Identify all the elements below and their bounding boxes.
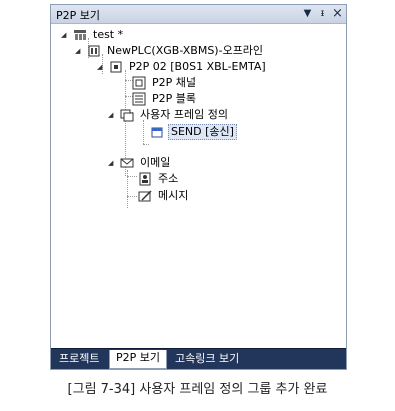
- tab-p2p-view[interactable]: P2P 보기: [109, 350, 168, 369]
- project-icon: [73, 28, 87, 42]
- panel-tab-strip: 프로젝트 P2P 보기 고속링크 보기: [51, 348, 346, 369]
- email-icon: [120, 156, 134, 170]
- tree-node-label: 이메일: [140, 156, 171, 169]
- tree-node-send-frame[interactable]: SEND [송신]: [138, 124, 298, 140]
- tab-highspeed-link-view[interactable]: 고속링크 보기: [169, 351, 245, 367]
- tree-node-label: P2P 블록: [152, 92, 197, 105]
- collapse-icon[interactable]: ◢: [61, 31, 69, 39]
- tree-node-label: 메시지: [158, 189, 189, 202]
- collapse-icon[interactable]: ◢: [108, 159, 116, 167]
- tree-node-label: P2P 채널: [152, 76, 197, 89]
- message-icon: [138, 189, 152, 203]
- block-icon: [132, 92, 146, 106]
- tree-node-message[interactable]: 메시지: [126, 188, 246, 204]
- send-frame-icon: [150, 125, 164, 139]
- panel-titlebar: P2P 보기 ▼ ᵻ ×: [51, 5, 346, 24]
- tab-project[interactable]: 프로젝트: [53, 351, 105, 367]
- tree-node-label: 주소: [158, 172, 179, 185]
- tree-node-project[interactable]: ◢ test *: [61, 27, 261, 43]
- collapse-icon[interactable]: ◢: [97, 63, 105, 71]
- frame-icon: [120, 108, 134, 122]
- tree-node-user-frame[interactable]: ◢ 사용자 프레임 정의: [108, 107, 308, 123]
- tree-node-plc[interactable]: ◢ NewPLC(XGB-XBMS)-오프라인: [75, 43, 305, 59]
- tree-node-label: 사용자 프레임 정의: [140, 108, 228, 121]
- dropdown-icon[interactable]: ▼: [301, 6, 314, 21]
- collapse-icon[interactable]: ◢: [108, 111, 116, 119]
- address-book-icon: [138, 172, 152, 186]
- tree-node-p2p-channel[interactable]: P2P 채널: [120, 75, 270, 91]
- tree-node-email[interactable]: ◢ 이메일: [108, 155, 258, 171]
- collapse-icon[interactable]: ◢: [75, 47, 83, 55]
- project-tree: ◢ test * ◢ NewPLC(XGB-XBMS)-오프라인 ◢ P2P 0…: [51, 24, 346, 347]
- tree-node-label: P2P 02 [B0S1 XBL-EMTA]: [129, 60, 266, 73]
- tree-node-label: test *: [93, 28, 124, 41]
- tree-node-label: NewPLC(XGB-XBMS)-오프라인: [107, 44, 264, 57]
- p2p-view-panel: P2P 보기 ▼ ᵻ × ◢ test * ◢ NewPLC(XGB-XBMS)…: [50, 4, 347, 370]
- pin-icon[interactable]: ᵻ: [316, 6, 329, 21]
- tree-node-p2p-module[interactable]: ◢ P2P 02 [B0S1 XBL-EMTA]: [97, 59, 317, 75]
- channel-icon: [132, 76, 146, 90]
- panel-title: P2P 보기: [56, 9, 101, 22]
- tree-node-label: SEND [송신]: [168, 124, 237, 140]
- tree-node-address[interactable]: 주소: [126, 171, 246, 187]
- tree-node-p2p-block[interactable]: P2P 블록: [120, 91, 270, 107]
- close-icon[interactable]: ×: [331, 6, 344, 21]
- plc-icon: [87, 44, 101, 58]
- figure-caption: [그림 7-34] 사용자 프레임 정의 그룹 추가 완료: [67, 382, 328, 397]
- p2p-module-icon: [109, 60, 123, 74]
